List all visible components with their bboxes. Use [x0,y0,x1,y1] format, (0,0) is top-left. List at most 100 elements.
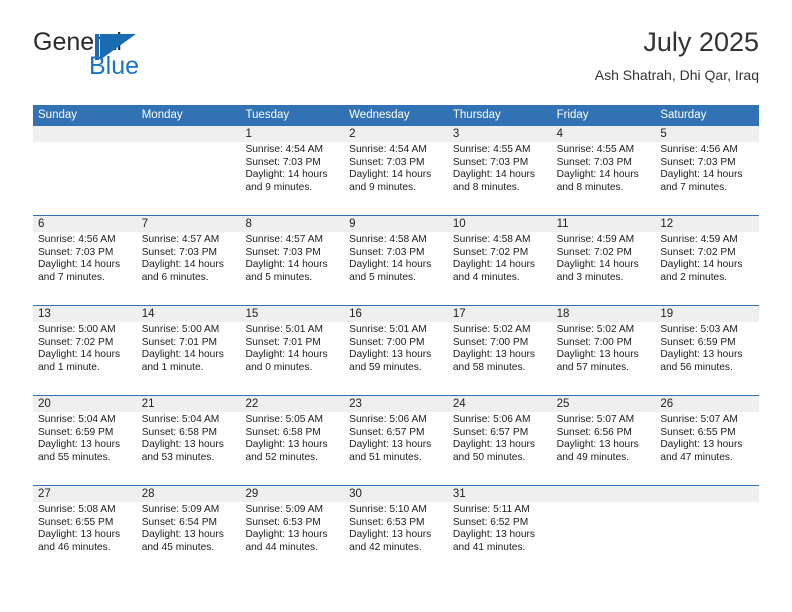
calendar-day-cell[interactable]: 30 Sunrise: 5:10 AM Sunset: 6:53 PM Dayligh… [344,486,448,575]
daylight-text: Daylight: 14 hours and 0 minutes. [245,349,328,373]
week-cells: 1 Sunrise: 4:54 AM Sunset: 7:03 PM Daylight… [33,126,759,215]
day-number: 25 [556,398,570,410]
calendar-day-cell[interactable]: 5 Sunrise: 4:56 AM Sunset: 7:03 PM Daylight… [655,126,759,215]
calendar-day-cell[interactable]: 1 Sunrise: 4:54 AM Sunset: 7:03 PM Daylight… [240,126,344,215]
calendar-day-cell[interactable]: 26 Sunrise: 5:07 AM Sunset: 6:55 PM Dayligh… [655,396,759,485]
sunset-text: Sunset: 6:59 PM [38,426,114,438]
daylight-text: Daylight: 14 hours and 3 minutes. [556,259,639,283]
sunrise-text: Sunrise: 4:55 AM [452,144,531,155]
daylight-text: Daylight: 14 hours and 4 minutes. [452,259,535,283]
calendar-day-cell-empty [33,126,137,215]
day-number: 11 [556,218,569,230]
day-number: 22 [245,398,259,410]
sunrise-text: Sunrise: 4:56 AM [38,234,116,245]
day-details: Sunrise: 4:57 AM Sunset: 7:03 PM Daylight:… [245,234,341,284]
sunset-text: Sunset: 7:03 PM [141,246,218,258]
calendar-day-cell[interactable]: 12 Sunrise: 4:59 AM Sunset: 7:02 PM Dayligh… [655,216,759,305]
daylight-text: Daylight: 14 hours and 1 minute. [38,349,121,373]
week-cells: 27 Sunrise: 5:08 AM Sunset: 6:55 PM Dayligh… [33,486,759,575]
calendar-day-cell[interactable]: 13 Sunrise: 5:00 AM Sunset: 7:02 PM Dayligh… [33,306,137,395]
calendar-day-cell[interactable]: 3 Sunrise: 4:55 AM Sunset: 7:03 PM Daylight… [448,126,552,215]
calendar-day-cell[interactable]: 17 Sunrise: 5:02 AM Sunset: 7:00 PM Dayligh… [448,306,552,395]
sunrise-text: Sunrise: 4:58 AM [349,234,427,245]
calendar-day-cell[interactable]: 28 Sunrise: 5:09 AM Sunset: 6:54 PM Dayligh… [137,486,241,575]
sunrise-text: Sunrise: 5:04 AM [38,414,116,425]
general-blue-logo[interactable]: General Blue [33,28,293,90]
calendar-day-cell[interactable]: 16 Sunrise: 5:01 AM Sunset: 7:00 PM Dayligh… [344,306,448,395]
sunrise-text: Sunrise: 4:59 AM [556,234,635,245]
sunset-text: Sunset: 7:02 PM [38,336,114,348]
sunset-text: Sunset: 7:01 PM [141,336,218,348]
calendar-day-cell[interactable]: 31 Sunrise: 5:11 AM Sunset: 6:52 PM Dayligh… [448,486,552,575]
day-details: Sunrise: 4:56 AM Sunset: 7:03 PM Daylight:… [38,234,134,284]
calendar-day-cell[interactable]: 7 Sunrise: 4:57 AM Sunset: 7:03 PM Daylight… [137,216,241,305]
day-details: Sunrise: 5:11 AM Sunset: 6:52 PM Daylight:… [453,504,549,554]
calendar-day-cell[interactable]: 20 Sunrise: 5:04 AM Sunset: 6:59 PM Dayligh… [33,396,137,485]
weekday-header-monday: Monday [141,109,183,121]
calendar-day-cell[interactable]: 27 Sunrise: 5:08 AM Sunset: 6:55 PM Dayligh… [33,486,137,575]
sunset-text: Sunset: 7:03 PM [452,156,529,168]
sunset-text: Sunset: 6:55 PM [38,516,114,528]
day-number: 24 [452,398,466,410]
day-details: Sunrise: 5:09 AM Sunset: 6:53 PM Daylight:… [245,504,341,554]
sunrise-text: Sunrise: 4:54 AM [349,144,427,155]
sunset-text: Sunset: 7:00 PM [452,336,529,348]
calendar-day-cell[interactable]: 14 Sunrise: 5:00 AM Sunset: 7:01 PM Dayligh… [137,306,241,395]
day-number: 26 [660,398,674,410]
day-number: 2 [349,128,356,140]
calendar-day-cell[interactable]: 23 Sunrise: 5:06 AM Sunset: 6:57 PM Dayligh… [344,396,448,485]
sunset-text: Sunset: 7:03 PM [38,246,114,258]
day-details: Sunrise: 5:04 AM Sunset: 6:59 PM Daylight:… [38,414,134,464]
daylight-text: Daylight: 13 hours and 46 minutes. [38,529,121,553]
daylight-text: Daylight: 14 hours and 9 minutes. [245,169,328,193]
day-details: Sunrise: 5:05 AM Sunset: 6:58 PM Daylight:… [245,414,341,464]
calendar-day-cell[interactable]: 24 Sunrise: 5:06 AM Sunset: 6:57 PM Dayligh… [448,396,552,485]
day-number: 16 [349,308,362,320]
daylight-text: Daylight: 13 hours and 41 minutes. [452,529,535,553]
calendar-day-cell[interactable]: 19 Sunrise: 5:03 AM Sunset: 6:59 PM Dayligh… [655,306,759,395]
sunrise-text: Sunrise: 5:10 AM [349,504,427,515]
calendar-day-cell[interactable]: 8 Sunrise: 4:57 AM Sunset: 7:03 PM Daylight… [240,216,344,305]
day-number: 8 [245,218,252,230]
daylight-text: Daylight: 13 hours and 49 minutes. [556,439,639,463]
daylight-text: Daylight: 13 hours and 50 minutes. [452,439,535,463]
day-details: Sunrise: 5:06 AM Sunset: 6:57 PM Daylight:… [453,414,549,464]
sunrise-text: Sunrise: 4:58 AM [452,234,531,245]
calendar-day-cell[interactable]: 10 Sunrise: 4:58 AM Sunset: 7:02 PM Dayligh… [448,216,552,305]
daylight-text: Daylight: 14 hours and 2 minutes. [660,259,743,283]
calendar-day-cell[interactable]: 15 Sunrise: 5:01 AM Sunset: 7:01 PM Dayligh… [240,306,344,395]
daylight-text: Daylight: 14 hours and 7 minutes. [38,259,121,283]
sunrise-text: Sunrise: 5:01 AM [245,324,324,335]
calendar-day-cell[interactable]: 11 Sunrise: 4:59 AM Sunset: 7:02 PM Dayligh… [552,216,656,305]
day-details: Sunrise: 4:58 AM Sunset: 7:02 PM Daylight:… [453,234,549,284]
page-header: General Blue July 2025 Ash Shatrah, Dhi … [33,27,759,94]
sunrise-text: Sunrise: 5:01 AM [349,324,427,335]
page-subtitle-location: Ash Shatrah, Dhi Qar, Iraq [594,66,759,83]
sunrise-text: Sunrise: 5:09 AM [141,504,220,515]
calendar-day-cell[interactable]: 22 Sunrise: 5:05 AM Sunset: 6:58 PM Dayligh… [240,396,344,485]
day-number: 9 [349,218,356,230]
calendar-day-cell[interactable]: 21 Sunrise: 5:04 AM Sunset: 6:58 PM Dayligh… [137,396,241,485]
calendar-week-row: 13 Sunrise: 5:00 AM Sunset: 7:02 PM Dayligh… [33,305,759,395]
calendar-day-cell[interactable]: 18 Sunrise: 5:02 AM Sunset: 7:00 PM Dayligh… [552,306,656,395]
day-number: 27 [38,488,51,500]
day-details: Sunrise: 5:09 AM Sunset: 6:54 PM Daylight:… [142,504,238,554]
calendar-day-cell[interactable]: 9 Sunrise: 4:58 AM Sunset: 7:03 PM Daylight… [344,216,448,305]
sunset-text: Sunset: 7:03 PM [556,156,632,168]
day-details: Sunrise: 5:04 AM Sunset: 6:58 PM Daylight:… [142,414,238,464]
calendar-day-cell[interactable]: 25 Sunrise: 5:07 AM Sunset: 6:56 PM Dayligh… [552,396,656,485]
calendar-day-cell[interactable]: 6 Sunrise: 4:56 AM Sunset: 7:03 PM Daylight… [33,216,137,305]
calendar-week-row: 27 Sunrise: 5:08 AM Sunset: 6:55 PM Dayligh… [33,485,759,575]
calendar-day-cell-empty [137,126,241,215]
day-number: 23 [349,398,362,410]
day-details: Sunrise: 5:02 AM Sunset: 7:00 PM Daylight:… [557,324,653,374]
sunrise-text: Sunrise: 5:09 AM [245,504,324,515]
sunrise-text: Sunrise: 5:07 AM [660,414,738,425]
day-details: Sunrise: 4:56 AM Sunset: 7:03 PM Daylight:… [660,144,756,194]
calendar-day-cell[interactable]: 29 Sunrise: 5:09 AM Sunset: 6:53 PM Dayligh… [240,486,344,575]
calendar-week-row: 1 Sunrise: 4:54 AM Sunset: 7:03 PM Daylight… [33,126,759,215]
sunrise-text: Sunrise: 5:11 AM [452,504,530,515]
calendar-day-cell[interactable]: 4 Sunrise: 4:55 AM Sunset: 7:03 PM Daylight… [552,126,656,215]
day-details: Sunrise: 5:00 AM Sunset: 7:02 PM Daylight:… [38,324,134,374]
calendar-day-cell[interactable]: 2 Sunrise: 4:54 AM Sunset: 7:03 PM Daylight… [344,126,448,215]
